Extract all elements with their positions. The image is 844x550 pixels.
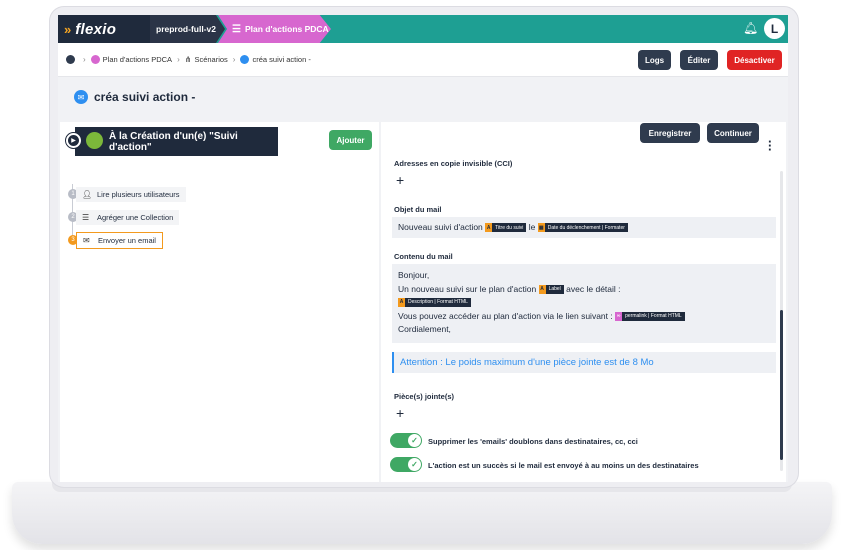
variable-chip[interactable]: ▦ Date du déclenchement | Formater <box>537 223 628 233</box>
breadcrumb-item-scenarios[interactable]: Scénarios <box>194 55 227 64</box>
more-options-icon[interactable]: · · · <box>768 135 772 156</box>
scenarios-icon: ⋔ <box>184 55 192 64</box>
variable-icon: A <box>485 223 493 233</box>
user-icon: 👤︎ <box>82 190 93 199</box>
module-icon <box>90 55 100 64</box>
chip-label: Titre du suivi <box>495 224 524 231</box>
body-line: Un nouveau suivi sur le plan d'action AL… <box>398 283 770 297</box>
body-text: Vous pouvez accéder au plan d'action via… <box>398 310 613 321</box>
body-text: Un nouveau suivi sur le plan d'action <box>398 283 537 294</box>
success-toggle[interactable]: ✓ <box>390 457 422 472</box>
variable-chip[interactable]: ∞ permalink | Format HTML <box>615 311 685 321</box>
chevron-right-icon: › <box>83 55 86 64</box>
add-bcc-icon[interactable]: + <box>396 173 404 187</box>
dedupe-label: Supprimer les 'emails' doublons dans des… <box>428 437 638 446</box>
check-icon: ✓ <box>408 434 421 447</box>
variable-chip[interactable]: A Description | Format HTML <box>398 298 471 308</box>
page-title: créa suivi action - <box>94 90 196 104</box>
variable-icon: A <box>398 298 405 308</box>
subject-text: le <box>528 222 536 232</box>
app-screen: » flexio preprod-full-v2 ☰ Plan d'action… <box>58 15 788 482</box>
variable-icon: A <box>538 284 546 294</box>
success-label: L'action est un succès si le mail est en… <box>428 461 699 470</box>
step-send-email[interactable]: ✉ Envoyer un email <box>76 232 163 249</box>
variable-chip[interactable]: A Label <box>538 284 564 294</box>
trigger-status-icon <box>86 132 103 149</box>
subject-text: Nouveau suivi d'action <box>398 222 483 232</box>
title-row: ✉ créa suivi action - <box>58 77 788 119</box>
continue-button[interactable]: Continuer <box>707 123 759 143</box>
avatar[interactable]: L <box>764 18 785 39</box>
chevron-right-icon: › <box>177 55 180 64</box>
email-body-field[interactable]: Bonjour, Un nouveau suivi sur le plan d'… <box>392 264 776 343</box>
add-step-button[interactable]: Ajouter <box>329 130 372 150</box>
subject-field[interactable]: Nouveau suivi d'action A Titre du suivi l… <box>392 217 776 238</box>
check-icon: ✓ <box>408 458 421 471</box>
body-text: avec le détail : <box>566 283 621 294</box>
bell-icon[interactable]: 🔔︎ <box>743 21 758 35</box>
breadcrumb-item-module[interactable]: Plan d'actions PDCA <box>103 55 172 64</box>
mail-icon: ✉ <box>83 236 90 245</box>
add-attachment-icon[interactable]: + <box>396 406 404 420</box>
body-label: Contenu du mail <box>394 252 453 261</box>
body-line: A Description | Format HTML <box>398 296 770 310</box>
bcc-label: Adresses en copie invisible (CCI) <box>394 159 513 168</box>
step-read-users[interactable]: 👤︎ Lire plusieurs utilisateurs <box>76 187 186 202</box>
workflow-panel: À la Création d'un(e) "Suivi d'action" ▶… <box>60 122 379 482</box>
step-label: Envoyer un email <box>98 236 156 245</box>
list-icon: ☰ <box>82 213 90 222</box>
mail-icon <box>240 55 250 64</box>
module-tab[interactable]: ☰ Plan d'actions PDCA <box>218 15 331 43</box>
date-variable-icon: ▦ <box>537 223 545 233</box>
deactivate-button[interactable]: Désactiver <box>727 50 782 70</box>
home-icon[interactable] <box>66 55 75 64</box>
body-line: Vous pouvez accéder au plan d'action via… <box>398 310 770 324</box>
breadcrumb: › Plan d'actions PDCA › ⋔ Scénarios › cr… <box>66 55 311 64</box>
chip-label: Description | Format HTML <box>408 299 468 305</box>
list-icon: ☰ <box>232 23 241 35</box>
dedupe-toggle[interactable]: ✓ <box>390 433 422 448</box>
edit-button[interactable]: Éditer <box>680 50 718 70</box>
play-icon[interactable]: ▶ <box>66 133 81 148</box>
trigger-block[interactable]: À la Création d'un(e) "Suivi d'action" <box>75 127 278 156</box>
environment-tab[interactable]: preprod-full-v2 <box>150 15 225 43</box>
chip-label: permalink | Format HTML <box>625 312 682 319</box>
logo[interactable]: » flexio <box>58 15 150 43</box>
mail-icon: ✉ <box>74 90 88 104</box>
step-aggregate-collection[interactable]: ☰ Agréger une Collection <box>76 210 180 225</box>
step-label: Agréger une Collection <box>97 213 174 222</box>
body-line: Cordialement, <box>398 324 451 334</box>
variable-chip[interactable]: A Titre du suivi <box>485 223 527 233</box>
trigger-label: À la Création d'un(e) "Suivi d'action" <box>109 130 238 153</box>
link-icon: ∞ <box>615 311 623 321</box>
attachments-label: Pièce(s) jointe(s) <box>394 392 455 401</box>
chevron-right-icon: › <box>232 55 236 64</box>
breadcrumb-bar: › Plan d'actions PDCA › ⋔ Scénarios › cr… <box>58 43 788 77</box>
scrollbar-thumb[interactable] <box>780 310 783 460</box>
chip-label: Label <box>548 285 561 292</box>
logo-text: flexio <box>75 20 117 38</box>
logo-mark-icon: » <box>64 21 72 37</box>
step-label: Lire plusieurs utilisateurs <box>97 190 180 199</box>
chip-label: Date du déclenchement | Formater <box>547 224 625 231</box>
logs-button[interactable]: Logs <box>638 50 671 70</box>
module-tab-label: Plan d'actions PDCA <box>244 24 329 34</box>
attachment-size-alert: Attention : Le poids maximum d'une pièce… <box>392 352 776 373</box>
top-bar: » flexio preprod-full-v2 ☰ Plan d'action… <box>58 15 788 43</box>
breadcrumb-item-current: créa suivi action - <box>252 55 311 64</box>
subject-label: Objet du mail <box>394 205 442 214</box>
save-button[interactable]: Enregistrer <box>640 123 700 143</box>
body-line: Bonjour, <box>398 270 430 280</box>
